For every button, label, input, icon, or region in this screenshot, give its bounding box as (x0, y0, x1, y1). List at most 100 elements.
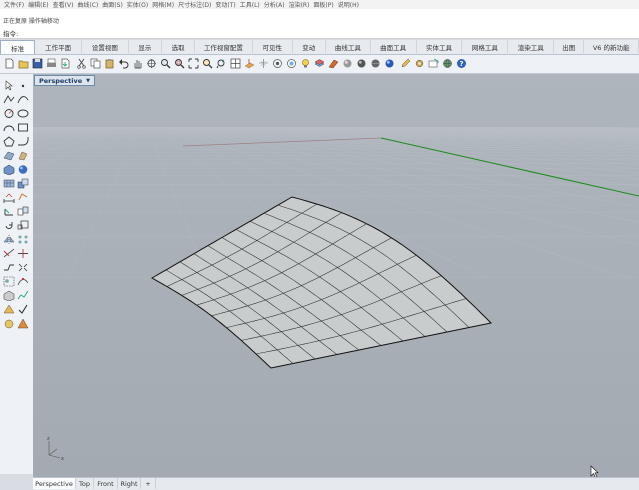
menu-item-mesh[interactable]: 网格(M) (152, 0, 174, 9)
split-icon[interactable] (17, 248, 29, 259)
paste-icon[interactable] (104, 58, 115, 69)
new-file-icon[interactable] (4, 58, 15, 69)
polygon-icon[interactable] (3, 136, 15, 147)
viewport-tab-right[interactable]: Right (118, 478, 141, 489)
curve-icon[interactable] (17, 94, 29, 105)
pencil-icon[interactable] (400, 58, 411, 69)
tab-solid-tools[interactable]: 实体工具 (417, 40, 463, 53)
boolean-icon[interactable] (17, 178, 29, 189)
perspective-viewport[interactable]: z x Perspective ▼ (33, 74, 639, 477)
hide-objects-icon[interactable] (272, 58, 283, 69)
move-icon[interactable] (3, 206, 15, 217)
mirror-icon[interactable] (3, 234, 15, 245)
set-cplane-icon[interactable] (244, 58, 255, 69)
circle-icon[interactable] (3, 108, 15, 119)
menu-item-help[interactable]: 说明(H) (338, 0, 359, 9)
triangle-down-icon[interactable]: ▼ (86, 78, 90, 84)
four-viewports-icon[interactable] (230, 58, 241, 69)
array-icon[interactable] (17, 234, 29, 245)
menu-item-analyze[interactable]: 分析(A) (264, 0, 285, 9)
menu-item-edit[interactable]: 编辑(E) (28, 0, 48, 9)
tab-viewport-layout[interactable]: 工作视窗配置 (195, 40, 253, 53)
save-icon[interactable] (32, 58, 43, 69)
menu-item-view[interactable]: 查看(V) (53, 0, 74, 9)
join-icon[interactable] (3, 262, 15, 273)
lightbulb-icon[interactable] (300, 58, 311, 69)
tab-cplanes[interactable]: 工作平面 (35, 40, 82, 53)
viewport-tab-front[interactable]: Front (94, 478, 118, 489)
command-line[interactable]: 指令: (0, 27, 639, 39)
tab-drafting[interactable]: 出图 (554, 40, 584, 53)
point-edit-icon[interactable] (17, 276, 29, 287)
dimension-icon[interactable] (3, 192, 15, 203)
surface-from-curves-icon[interactable] (3, 150, 15, 161)
cone-icon[interactable] (17, 318, 29, 329)
polyline-icon[interactable] (3, 94, 15, 105)
arc-icon[interactable] (3, 122, 15, 133)
shaded-sphere-icon[interactable] (342, 58, 353, 69)
viewport-canvas[interactable]: z x (33, 74, 639, 477)
render-sphere-icon[interactable] (384, 58, 395, 69)
tab-surface-tools[interactable]: 曲面工具 (371, 40, 417, 53)
rendered-sphere-icon[interactable] (356, 58, 367, 69)
menu-item-dimension[interactable]: 尺寸标注(D) (178, 0, 211, 9)
check-icon[interactable] (17, 304, 29, 315)
tab-new-in-v6[interactable]: V6 的新功能 (584, 40, 639, 53)
material-sphere-icon[interactable] (370, 58, 381, 69)
ellipse-icon[interactable] (17, 108, 29, 119)
print-icon[interactable] (46, 58, 57, 69)
fillet-curve-icon[interactable] (17, 136, 29, 147)
copy-icon[interactable] (90, 58, 101, 69)
rotate-view-icon[interactable] (146, 58, 157, 69)
menu-item-tools[interactable]: 工具(L) (240, 0, 260, 9)
zoom-window-icon[interactable] (174, 58, 185, 69)
select-all-icon[interactable] (258, 58, 269, 69)
menu-item-surface[interactable]: 曲面(S) (102, 0, 123, 9)
open-folder-icon[interactable] (18, 58, 29, 69)
explode-icon[interactable] (17, 262, 29, 273)
gear-icon[interactable] (414, 58, 425, 69)
layer-icon[interactable] (314, 58, 325, 69)
scale-object-icon[interactable] (17, 220, 29, 231)
pan-hand-icon[interactable] (132, 58, 143, 69)
menu-item-solid[interactable]: 实体(O) (127, 0, 148, 9)
import-icon[interactable] (60, 58, 71, 69)
zoom-extents-icon[interactable] (188, 58, 199, 69)
menu-item-panels[interactable]: 面板(P) (313, 0, 333, 9)
cut-icon[interactable] (76, 58, 87, 69)
tab-mesh-tools[interactable]: 网格工具 (462, 40, 508, 53)
help-icon[interactable]: ? (456, 58, 467, 69)
undo-view-icon[interactable] (216, 58, 227, 69)
extrude-surface-icon[interactable] (17, 150, 29, 161)
copy-object-icon[interactable] (17, 206, 29, 217)
select-arrow-icon[interactable] (3, 80, 15, 91)
tab-set-view[interactable]: 设置视图 (82, 40, 129, 53)
viewport-tab-top[interactable]: Top (76, 478, 94, 489)
tab-curve-tools[interactable]: 曲线工具 (326, 40, 371, 53)
viewport-title[interactable]: Perspective ▼ (34, 75, 95, 86)
block-icon[interactable] (3, 290, 15, 301)
group-icon[interactable] (3, 276, 15, 287)
nurbs-surface[interactable] (152, 197, 491, 368)
show-objects-icon[interactable] (286, 58, 297, 69)
analyze-icon[interactable] (17, 290, 29, 301)
tab-display[interactable]: 显示 (129, 40, 162, 53)
zoom-icon[interactable] (160, 58, 171, 69)
add-viewport-tab-button[interactable]: + (141, 478, 156, 489)
sphere-solid-icon[interactable] (17, 164, 29, 175)
globe-icon[interactable] (442, 58, 453, 69)
menu-item-curve[interactable]: 曲线(C) (77, 0, 98, 9)
text-object-icon[interactable] (17, 192, 29, 203)
snapshot-icon[interactable] (428, 58, 439, 69)
box-solid-icon[interactable] (3, 164, 15, 175)
object-properties-icon[interactable] (328, 58, 339, 69)
tab-standard[interactable]: 标准 (0, 40, 35, 54)
tab-render-tools[interactable]: 渲染工具 (508, 40, 554, 53)
mesh-icon[interactable] (3, 178, 15, 189)
viewport-tab-perspective[interactable]: Perspective (33, 478, 76, 489)
tab-transform[interactable]: 变动 (293, 40, 326, 53)
tab-visibility[interactable]: 可见性 (253, 40, 293, 53)
undo-icon[interactable] (118, 58, 129, 69)
tab-select[interactable]: 选取 (162, 40, 195, 53)
point-icon[interactable] (17, 80, 29, 91)
